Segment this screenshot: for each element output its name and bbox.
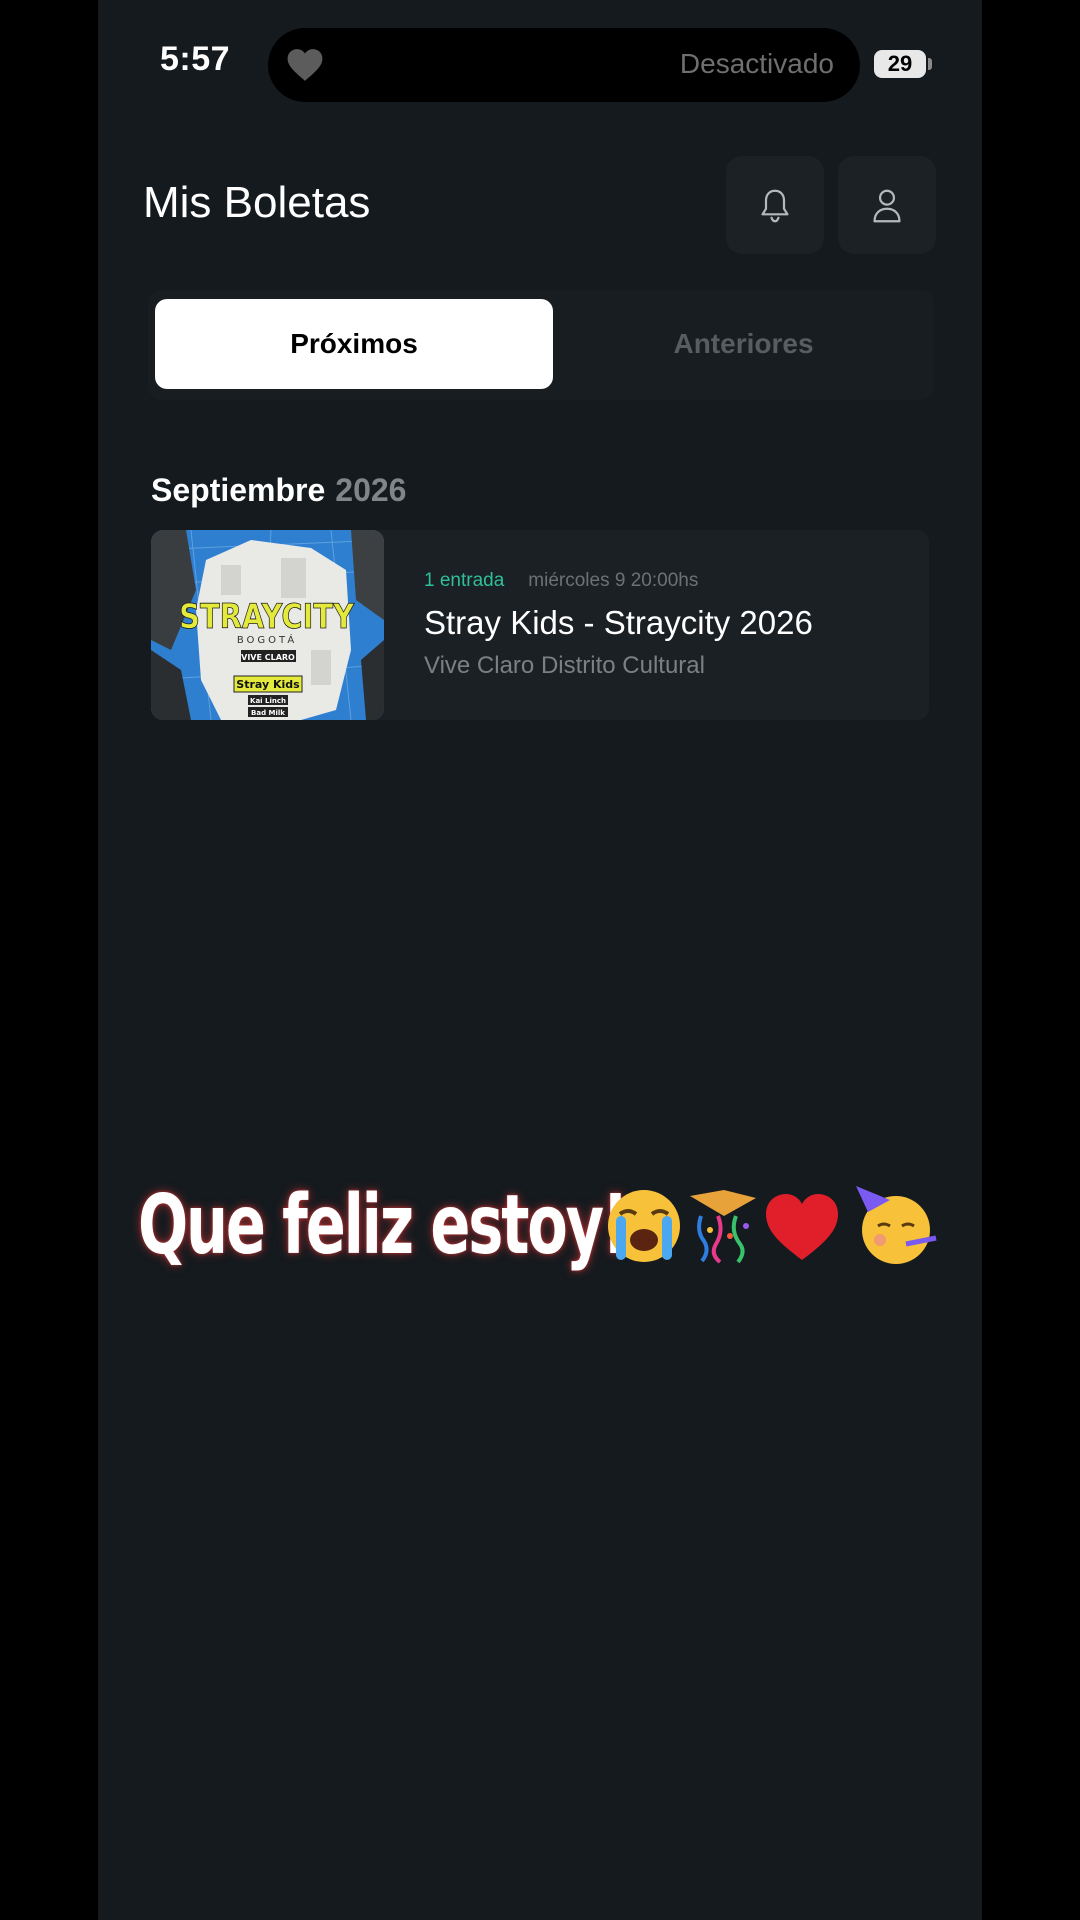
event-card[interactable]: STRAYCITY BOGOTÁ VIVE CLARO Stray Kids K…	[151, 530, 929, 720]
caption-emojis	[608, 1186, 937, 1264]
partying-face-icon	[856, 1186, 937, 1264]
event-venue: Vive Claro Distrito Cultural	[424, 652, 705, 679]
phone-screen: 5:57 Desactivado 29 Mis Boletas Próximos…	[98, 0, 982, 1920]
poster-city: BOGOTÁ	[237, 633, 297, 646]
event-meta: 1 entrada miércoles 9 20:00hs	[424, 570, 698, 592]
battery-tip	[928, 58, 932, 70]
poster-art: STRAYCITY BOGOTÁ VIVE CLARO Stray Kids K…	[151, 530, 384, 720]
section-heading: Septiembre 2026	[151, 472, 406, 509]
notifications-button[interactable]	[726, 156, 824, 254]
dynamic-island[interactable]: Desactivado	[268, 28, 860, 102]
tabs-segmented-control: Próximos Anteriores	[148, 290, 934, 400]
section-month: Septiembre	[151, 472, 326, 508]
island-status-text: Desactivado	[679, 48, 834, 79]
poster-venue-tag: VIVE CLARO	[241, 653, 295, 662]
red-heart-icon	[766, 1194, 838, 1260]
tab-proximos[interactable]: Próximos	[155, 299, 553, 389]
bell-icon	[761, 189, 789, 223]
poster-headline: STRAYCITY	[179, 598, 355, 637]
battery-icon: 29	[874, 50, 926, 78]
section-year: 2026	[335, 472, 407, 508]
tickets-count: 1 entrada	[424, 570, 505, 591]
status-time: 5:57	[160, 40, 231, 78]
party-popper-icon	[690, 1190, 756, 1264]
poster-support-2: Bad Milk	[251, 709, 285, 717]
page-title: Mis Boletas	[143, 178, 371, 227]
heart-icon	[287, 49, 323, 81]
tab-anteriores[interactable]: Anteriores	[553, 299, 934, 389]
event-date: miércoles 9 20:00hs	[528, 570, 699, 591]
poster-band: Stray Kids	[236, 678, 300, 691]
poster-support-1: Kai Linch	[250, 697, 286, 705]
event-title: Stray Kids - Straycity 2026	[424, 604, 813, 641]
loudly-crying-face-icon	[608, 1190, 680, 1262]
user-icon	[873, 189, 901, 223]
profile-button[interactable]	[838, 156, 936, 254]
event-poster: STRAYCITY BOGOTÁ VIVE CLARO Stray Kids K…	[151, 530, 384, 720]
